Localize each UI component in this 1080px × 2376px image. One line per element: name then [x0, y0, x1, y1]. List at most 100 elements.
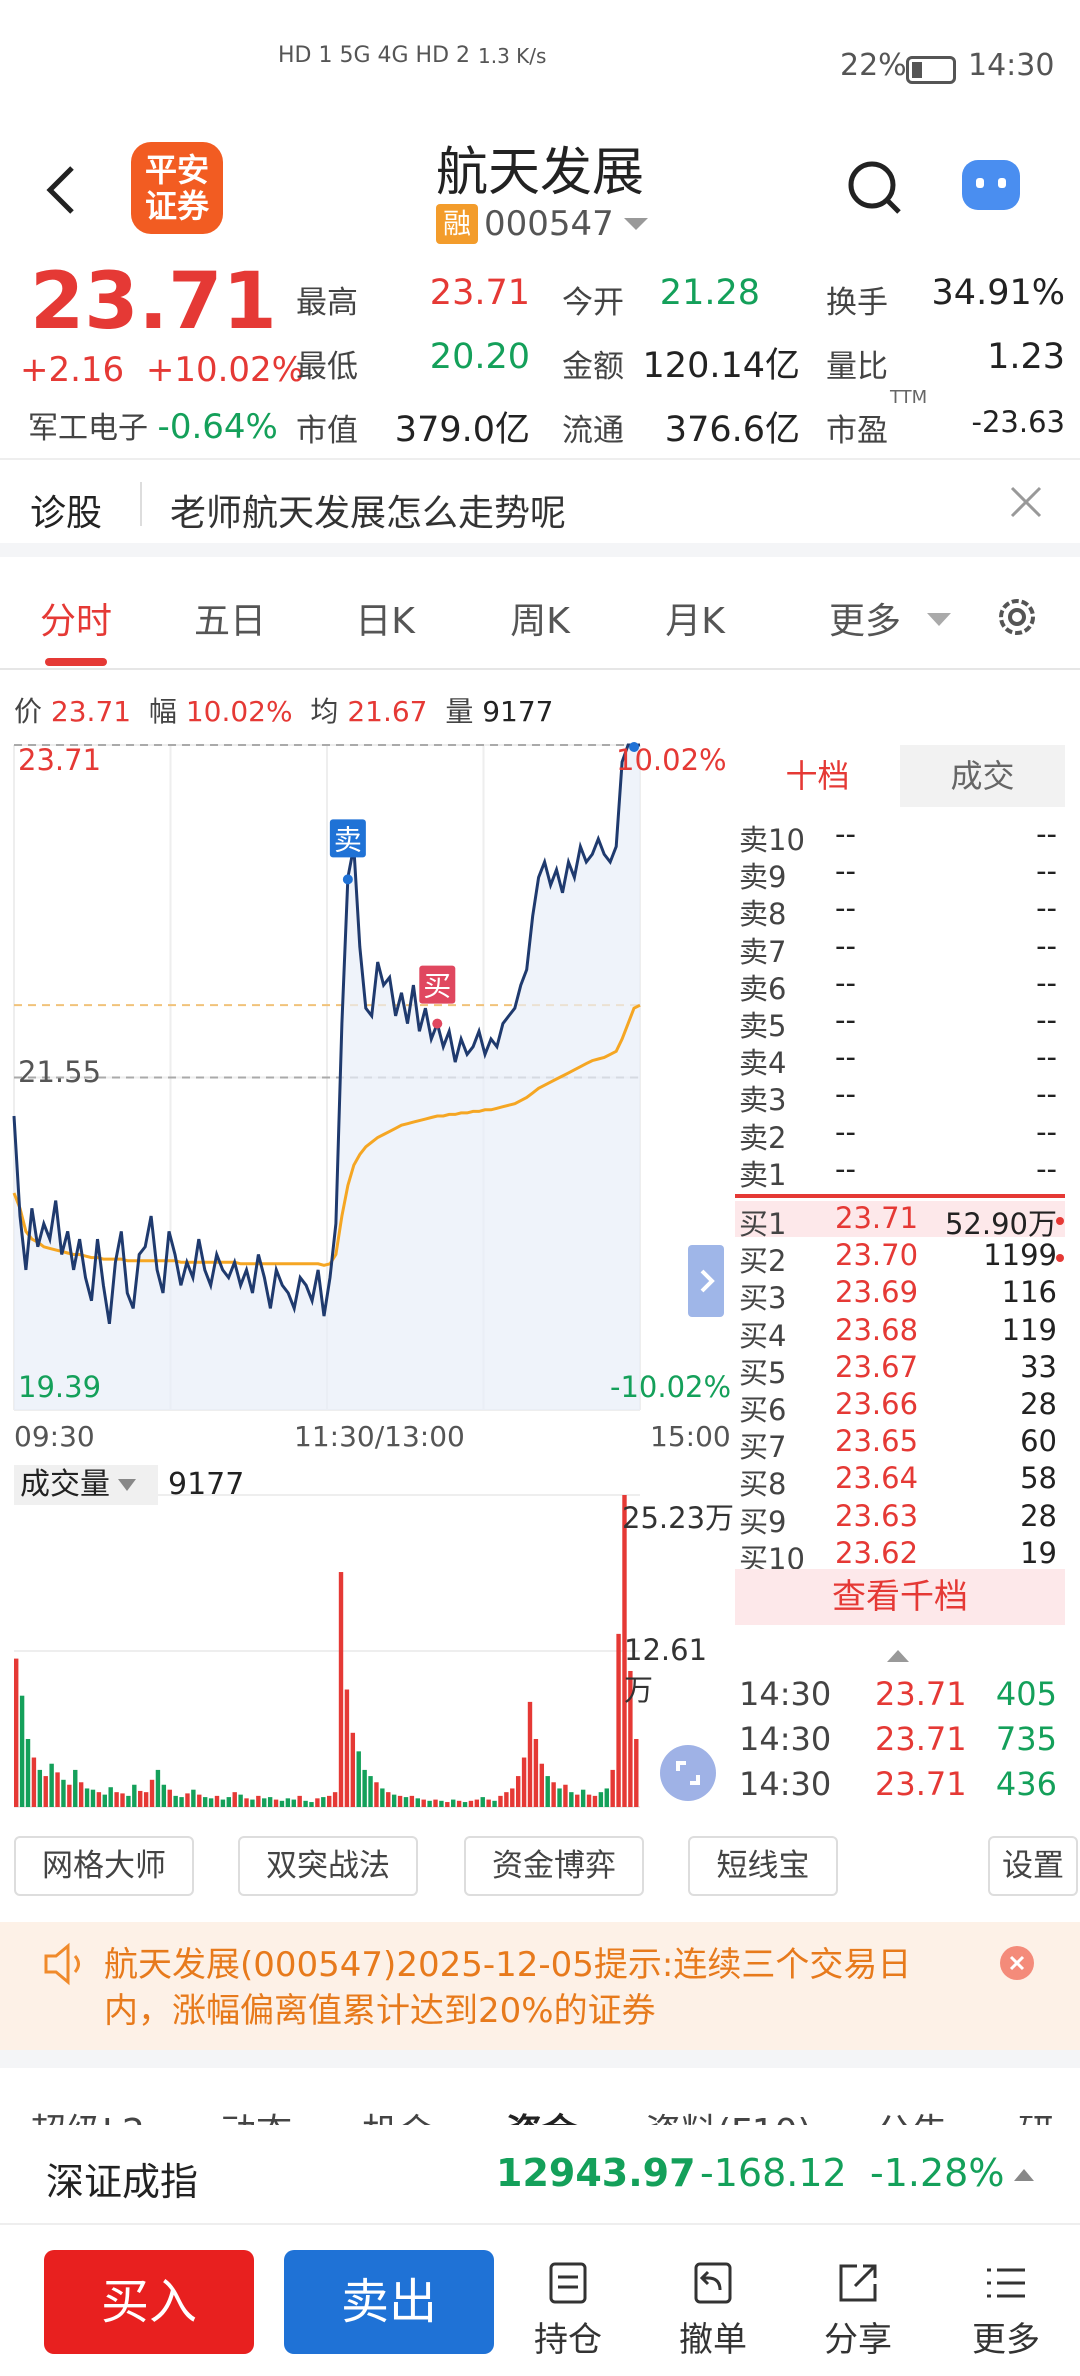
- ask-row[interactable]: 卖2 -- --: [735, 1115, 1065, 1155]
- pct-max-label: 10.02%: [616, 743, 727, 777]
- volume-bar: [120, 1793, 125, 1807]
- index-ticker[interactable]: 深证成指 12943.97 -168.12 -1.28%: [0, 2125, 1080, 2225]
- tab-order-levels[interactable]: 十档: [735, 745, 900, 807]
- tab-announcements[interactable]: 公告: [876, 2103, 948, 2125]
- tab-weekly-k[interactable]: 周K: [480, 592, 600, 644]
- bid-row[interactable]: 买1 23.71 52.90万: [735, 1201, 1065, 1241]
- bid-row[interactable]: 买7 23.65 60: [735, 1424, 1065, 1464]
- level-price: --: [835, 1003, 856, 1037]
- cancel-order-button[interactable]: 撤单: [663, 2260, 763, 2361]
- ask-row[interactable]: 卖9 -- --: [735, 854, 1065, 894]
- double-break-button[interactable]: 双突战法: [238, 1836, 418, 1896]
- bid-row[interactable]: 买2 23.70 1199: [735, 1238, 1065, 1278]
- volume-bar: [391, 1794, 397, 1807]
- bid-row[interactable]: 买10 23.62 19: [735, 1536, 1065, 1576]
- level-volume: 28: [1020, 1498, 1057, 1533]
- volume-bar: [415, 1798, 420, 1807]
- tab-intraday[interactable]: 分时: [16, 592, 136, 644]
- volume-bar: [220, 1799, 226, 1807]
- bid-row[interactable]: 买9 23.63 28: [735, 1498, 1065, 1539]
- intraday-chart[interactable]: 卖买卖 23.71 10.02% 21.55 19.39 -10.02% 09:…: [0, 687, 735, 1815]
- diagnosis-bar[interactable]: 诊股 老师航天发展怎么走势呢: [0, 462, 1080, 557]
- sell-point: [342, 874, 353, 885]
- more-button[interactable]: 更多: [956, 2260, 1056, 2361]
- chevron-down-icon: [623, 218, 648, 230]
- tab-super-l2[interactable]: 超级L2: [30, 2103, 145, 2125]
- sector-change[interactable]: 军工电子 -0.64%: [28, 403, 278, 447]
- volume-indicator-select[interactable]: 成交量: [14, 1465, 158, 1505]
- bid-row[interactable]: 买6 23.66 28: [735, 1387, 1065, 1427]
- tab-f10[interactable]: 资料(F10): [645, 2103, 812, 2125]
- tab-reports[interactable]: 研报: [1018, 2103, 1080, 2125]
- volume-bar: [527, 1701, 533, 1807]
- ask-row[interactable]: 卖3 -- --: [735, 1077, 1065, 1117]
- volume-bar: [380, 1788, 385, 1807]
- list-icon: [987, 2268, 1025, 2298]
- volume-bar: [592, 1795, 598, 1807]
- stock-code-selector[interactable]: 融 000547: [436, 202, 650, 246]
- trade-volume: 735: [995, 1720, 1057, 1758]
- chevron-up-icon[interactable]: [1012, 2167, 1036, 2183]
- close-icon[interactable]: [1000, 1946, 1034, 1980]
- tab-monthly-k[interactable]: 月K: [635, 592, 755, 644]
- index-value: 12943.97: [496, 2151, 696, 2195]
- assistant-robot-icon[interactable]: [962, 160, 1020, 210]
- tab-opportunity[interactable]: 机会: [362, 2103, 434, 2125]
- tab-capital[interactable]: 资金: [506, 2103, 578, 2125]
- volume-bar: [155, 1769, 161, 1807]
- volume-bar: [474, 1799, 480, 1807]
- close-icon[interactable]: [1006, 482, 1046, 526]
- view-1000-levels-button[interactable]: 查看千档: [735, 1569, 1065, 1625]
- buy-button[interactable]: 买入: [44, 2250, 254, 2354]
- level-price: 23.66: [835, 1387, 919, 1421]
- ask-row[interactable]: 卖8 -- --: [735, 891, 1065, 931]
- volume-bar: [262, 1798, 267, 1807]
- search-icon[interactable]: [845, 158, 905, 222]
- settings-button[interactable]: 设置: [988, 1836, 1078, 1896]
- gear-icon[interactable]: [994, 594, 1040, 644]
- volume-bar: [191, 1789, 196, 1807]
- level-label: 卖8: [739, 897, 787, 932]
- tab-more[interactable]: 更多: [805, 592, 925, 644]
- expand-panel-button[interactable]: [688, 1245, 724, 1317]
- sell-button[interactable]: 卖出: [284, 2250, 494, 2354]
- ask-row[interactable]: 卖10 -- --: [735, 817, 1065, 857]
- share-button[interactable]: 分享: [808, 2260, 908, 2361]
- chevron-up-icon[interactable]: [885, 1648, 911, 1664]
- spread-divider: [735, 1194, 1065, 1198]
- tool-buttons: 网格大师 双突战法 资金博弈 短线宝 设置: [0, 1836, 1080, 1906]
- ask-row[interactable]: 卖1 -- --: [735, 1152, 1065, 1192]
- volume-bar: [451, 1799, 456, 1807]
- tab-5day[interactable]: 五日: [170, 592, 290, 644]
- tab-daily-k[interactable]: 日K: [325, 592, 445, 644]
- bid-row[interactable]: 买3 23.69 116: [735, 1275, 1065, 1315]
- volume-bar: [132, 1784, 137, 1807]
- volume-bar: [604, 1788, 609, 1807]
- divider: [140, 482, 142, 526]
- ask-row[interactable]: 卖6 -- --: [735, 966, 1065, 1006]
- volume-bar: [102, 1794, 107, 1807]
- trade-price: 23.71: [875, 1720, 967, 1758]
- pe-ttm-tag: TTM: [890, 387, 928, 408]
- volume-bar: [433, 1799, 438, 1807]
- bid-row[interactable]: 买5 23.67 33: [735, 1350, 1065, 1390]
- tab-news[interactable]: 动态: [220, 2103, 292, 2125]
- fullscreen-icon[interactable]: [660, 1745, 716, 1801]
- short-line-button[interactable]: 短线宝: [688, 1836, 838, 1896]
- ask-row[interactable]: 卖7 -- --: [735, 929, 1065, 969]
- bid-row[interactable]: 买4 23.68 119: [735, 1313, 1065, 1353]
- grid-master-button[interactable]: 网格大师: [14, 1836, 194, 1896]
- bid-row[interactable]: 买8 23.64 58: [735, 1461, 1065, 1501]
- quote-value: -23.63: [971, 405, 1066, 439]
- info-avg: 21.67: [347, 695, 428, 728]
- tab-trades[interactable]: 成交: [900, 745, 1065, 807]
- ask-row[interactable]: 卖5 -- --: [735, 1003, 1065, 1043]
- capital-game-button[interactable]: 资金博弈: [464, 1836, 644, 1896]
- positions-button[interactable]: 持仓: [518, 2260, 618, 2361]
- ask-row[interactable]: 卖4 -- --: [735, 1040, 1065, 1080]
- risk-alert-banner[interactable]: 航天发展(000547)2025-12-05提示:连续三个交易日 内，涨幅偏离值累…: [0, 1922, 1080, 2050]
- level-price: --: [835, 1040, 856, 1075]
- level-label: 买9: [739, 1504, 787, 1539]
- chevron-down-icon[interactable]: [925, 610, 953, 634]
- volume-bar: [575, 1794, 580, 1807]
